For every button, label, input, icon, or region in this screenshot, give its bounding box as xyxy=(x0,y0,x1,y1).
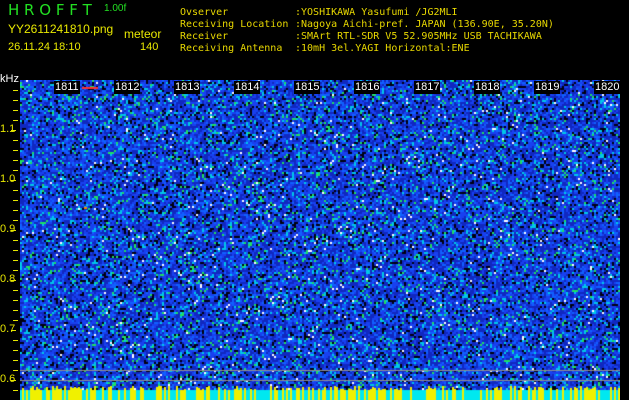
detection-label: meteor xyxy=(124,27,162,41)
time-label: 1815 xyxy=(294,81,321,94)
time-label: 1811 xyxy=(54,81,80,94)
y-tick xyxy=(13,290,18,291)
y-tick xyxy=(13,260,18,261)
y-tick xyxy=(13,150,18,151)
file-datetime: 26.11.24 18:10 xyxy=(8,41,81,53)
y-tick xyxy=(13,270,18,271)
y-tick xyxy=(13,110,18,111)
time-label: 1818 xyxy=(474,81,501,94)
time-label: 1819 xyxy=(534,81,561,94)
y-tick xyxy=(13,190,18,191)
y-tick xyxy=(13,250,18,251)
info-value: :10mH 3el.YAGI Horizontal:ENE xyxy=(295,43,470,54)
info-key: Ovserver xyxy=(180,7,229,18)
y-tick xyxy=(13,90,18,91)
app-version: 1.00f xyxy=(104,3,127,14)
y-tick xyxy=(11,380,16,381)
y-tick xyxy=(13,350,18,351)
y-tick xyxy=(13,170,18,171)
info-key: Receiving Location xyxy=(180,19,289,30)
y-tick xyxy=(11,280,16,281)
info-value: :Nagoya Aichi-pref. JAPAN (136.90E, 35.2… xyxy=(295,19,554,30)
y-tick xyxy=(13,360,18,361)
y-tick xyxy=(13,310,18,311)
y-tick xyxy=(13,340,18,341)
detection-count: 140 xyxy=(140,41,159,53)
info-key: Receiver xyxy=(180,31,229,42)
info-key: Receiving Antenna xyxy=(180,43,283,54)
y-tick xyxy=(11,130,16,131)
y-tick xyxy=(13,160,18,161)
y-tick xyxy=(13,220,18,221)
y-tick xyxy=(11,330,16,331)
y-tick xyxy=(13,300,18,301)
y-axis-unit: kHz xyxy=(0,73,19,85)
y-tick xyxy=(13,240,18,241)
y-tick xyxy=(11,180,16,181)
y-tick xyxy=(13,200,18,201)
time-label: 1812 xyxy=(114,81,141,94)
time-label: 1817 xyxy=(414,81,441,94)
y-tick xyxy=(13,210,18,211)
y-tick xyxy=(13,320,18,321)
time-label: 1814 xyxy=(234,81,261,94)
info-value: :SMArt RTL-SDR V5 52.905MHz USB TACHIKAW… xyxy=(295,31,542,42)
time-label: 1816 xyxy=(354,81,381,94)
time-label: 1820 xyxy=(594,81,621,94)
time-label: 1813 xyxy=(174,81,201,94)
info-value: :YOSHIKAWA Yasufumi /JG2MLI xyxy=(295,7,458,18)
file-name: YY2611241810.png xyxy=(8,22,114,36)
app-title: H R O F F T xyxy=(8,1,92,19)
y-tick xyxy=(13,140,18,141)
y-tick xyxy=(13,370,18,371)
y-tick xyxy=(13,120,18,121)
y-tick xyxy=(11,230,16,231)
spectrogram xyxy=(20,80,620,400)
y-tick xyxy=(13,390,18,391)
y-tick xyxy=(13,100,18,101)
